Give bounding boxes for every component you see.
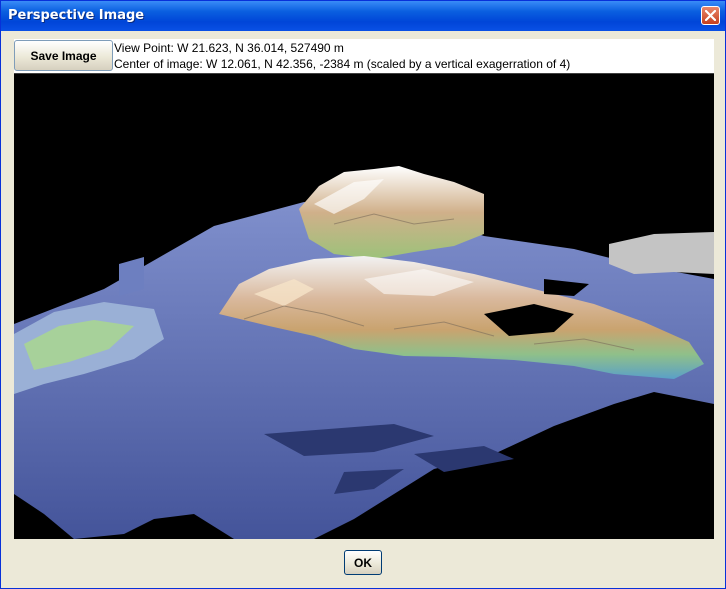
close-button[interactable] [701, 6, 720, 25]
save-image-button[interactable]: Save Image [14, 40, 113, 71]
title-bar[interactable]: Perspective Image [1, 1, 725, 31]
ok-button[interactable]: OK [344, 550, 382, 575]
center-of-image-text: Center of image: W 12.061, N 42.356, -23… [114, 57, 571, 71]
info-toolbar: Save Image View Point: W 21.623, N 36.01… [14, 39, 714, 73]
window-title: Perspective Image [8, 8, 145, 23]
perspective-image-dialog: Perspective Image Save Image View Point:… [0, 0, 726, 589]
close-icon [705, 10, 716, 21]
terrain-rendering [14, 166, 714, 539]
view-point-text: View Point: W 21.623, N 36.014, 527490 m [114, 41, 344, 55]
perspective-image-view [14, 73, 714, 539]
